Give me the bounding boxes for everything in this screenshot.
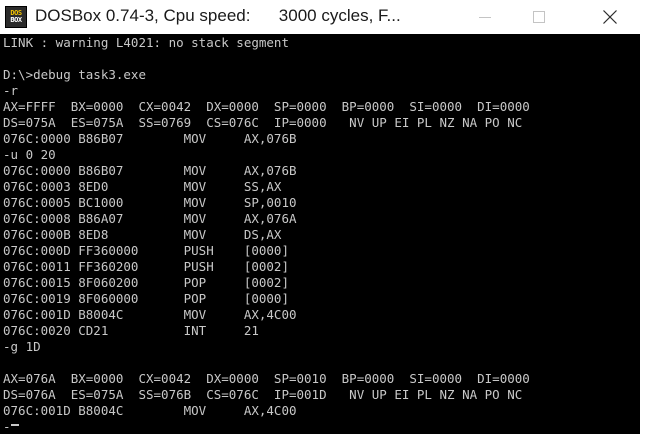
close-button[interactable] [587,0,633,34]
terminal-line: -u 0 20 [3,147,56,162]
text-cursor [11,424,19,426]
terminal-line: D:\>debug task3.exe [3,67,146,82]
terminal-line: AX=076A BX=0000 CX=0042 DX=0000 SP=0010 … [3,371,530,386]
terminal-line: -r [3,83,19,98]
terminal-line: DS=076A ES=075A SS=076B CS=076C IP=001D … [3,387,523,402]
terminal-line: 076C:0005 BC1000 MOV SP,0010 [3,195,297,210]
terminal-line: 076C:0000 B86B07 MOV AX,076B [3,131,297,146]
maximize-icon [533,11,545,23]
terminal-line: -g 1D [3,339,41,354]
window-border-right [640,34,646,440]
window-border-bottom [0,434,646,440]
terminal-line: 076C:0011 FF360200 PUSH [0002] [3,259,289,274]
terminal-line: - [3,419,11,434]
terminal-line: AX=FFFF BX=0000 CX=0042 DX=0000 SP=0000 … [3,99,530,114]
terminal-line: LINK : warning L4021: no stack segment [3,35,289,50]
terminal-line: 076C:001D B8004C MOV AX,4C00 [3,307,297,322]
terminal-line: 076C:001D B8004C MOV AX,4C00 [3,403,297,418]
terminal-line: 076C:000B 8ED8 MOV DS,AX [3,227,282,242]
terminal-line: 076C:0020 CD21 INT 21 [3,323,259,338]
title-bar[interactable]: DOS BOX DOSBox 0.74-3, Cpu speed: 3000 c… [0,0,646,34]
terminal-line: DS=075A ES=075A SS=0769 CS=076C IP=0000 … [3,115,523,130]
maximize-button[interactable] [516,0,562,34]
terminal-line: 076C:0000 B86B07 MOV AX,076B [3,163,297,178]
minimize-icon [479,17,491,18]
terminal-line: 076C:0019 8F060000 POP [0000] [3,291,289,306]
dos-terminal[interactable]: LINK : warning L4021: no stack segment D:… [0,34,640,434]
minimize-button[interactable] [462,0,508,34]
terminal-line: 076C:0015 8F060200 POP [0002] [3,275,289,290]
close-icon [603,10,617,24]
terminal-line: 076C:0003 8ED0 MOV SS,AX [3,179,282,194]
window-title: DOSBox 0.74-3, Cpu speed: 3000 cycles, F… [35,6,401,25]
terminal-line: 076C:0008 B86A07 MOV AX,076A [3,211,297,226]
dosbox-app-icon[interactable]: DOS BOX [5,6,27,28]
terminal-line: 076C:000D FF360000 PUSH [0000] [3,243,289,258]
app-icon-text-bottom: BOX [10,16,22,24]
